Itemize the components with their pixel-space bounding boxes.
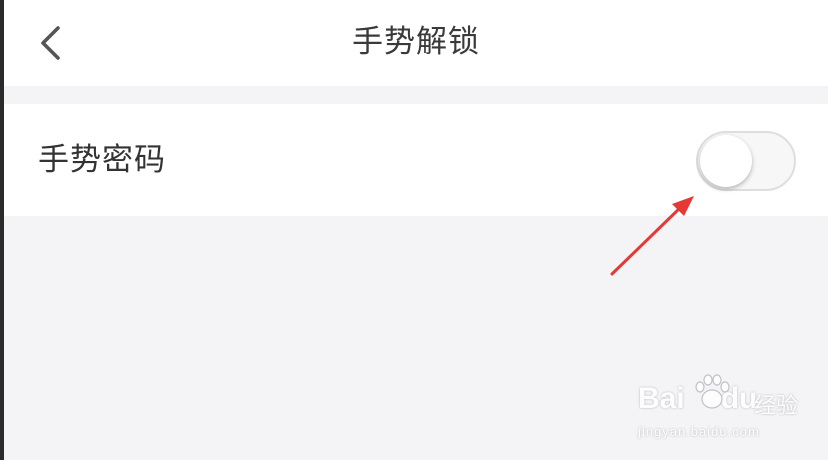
watermark-url: jingyan.baidu.com <box>638 424 760 439</box>
watermark-subtitle: 经验 <box>754 394 799 419</box>
page-title: 手势解锁 <box>352 24 480 60</box>
navigation-bar: 手势解锁 <box>4 0 828 86</box>
paw-icon <box>695 374 730 409</box>
red-arrow-annotation <box>610 196 694 276</box>
baidu-jingyan-watermark: Bai du 经验 jingyan.baidu.com <box>638 370 818 450</box>
gesture-password-label: 手势密码 <box>38 142 166 178</box>
gesture-password-toggle[interactable] <box>696 131 796 191</box>
toggle-knob <box>700 135 752 187</box>
gesture-unlock-screen: 手势解锁 手势密码 Bai du 经验 jingyan.baidu.com <box>4 0 828 460</box>
